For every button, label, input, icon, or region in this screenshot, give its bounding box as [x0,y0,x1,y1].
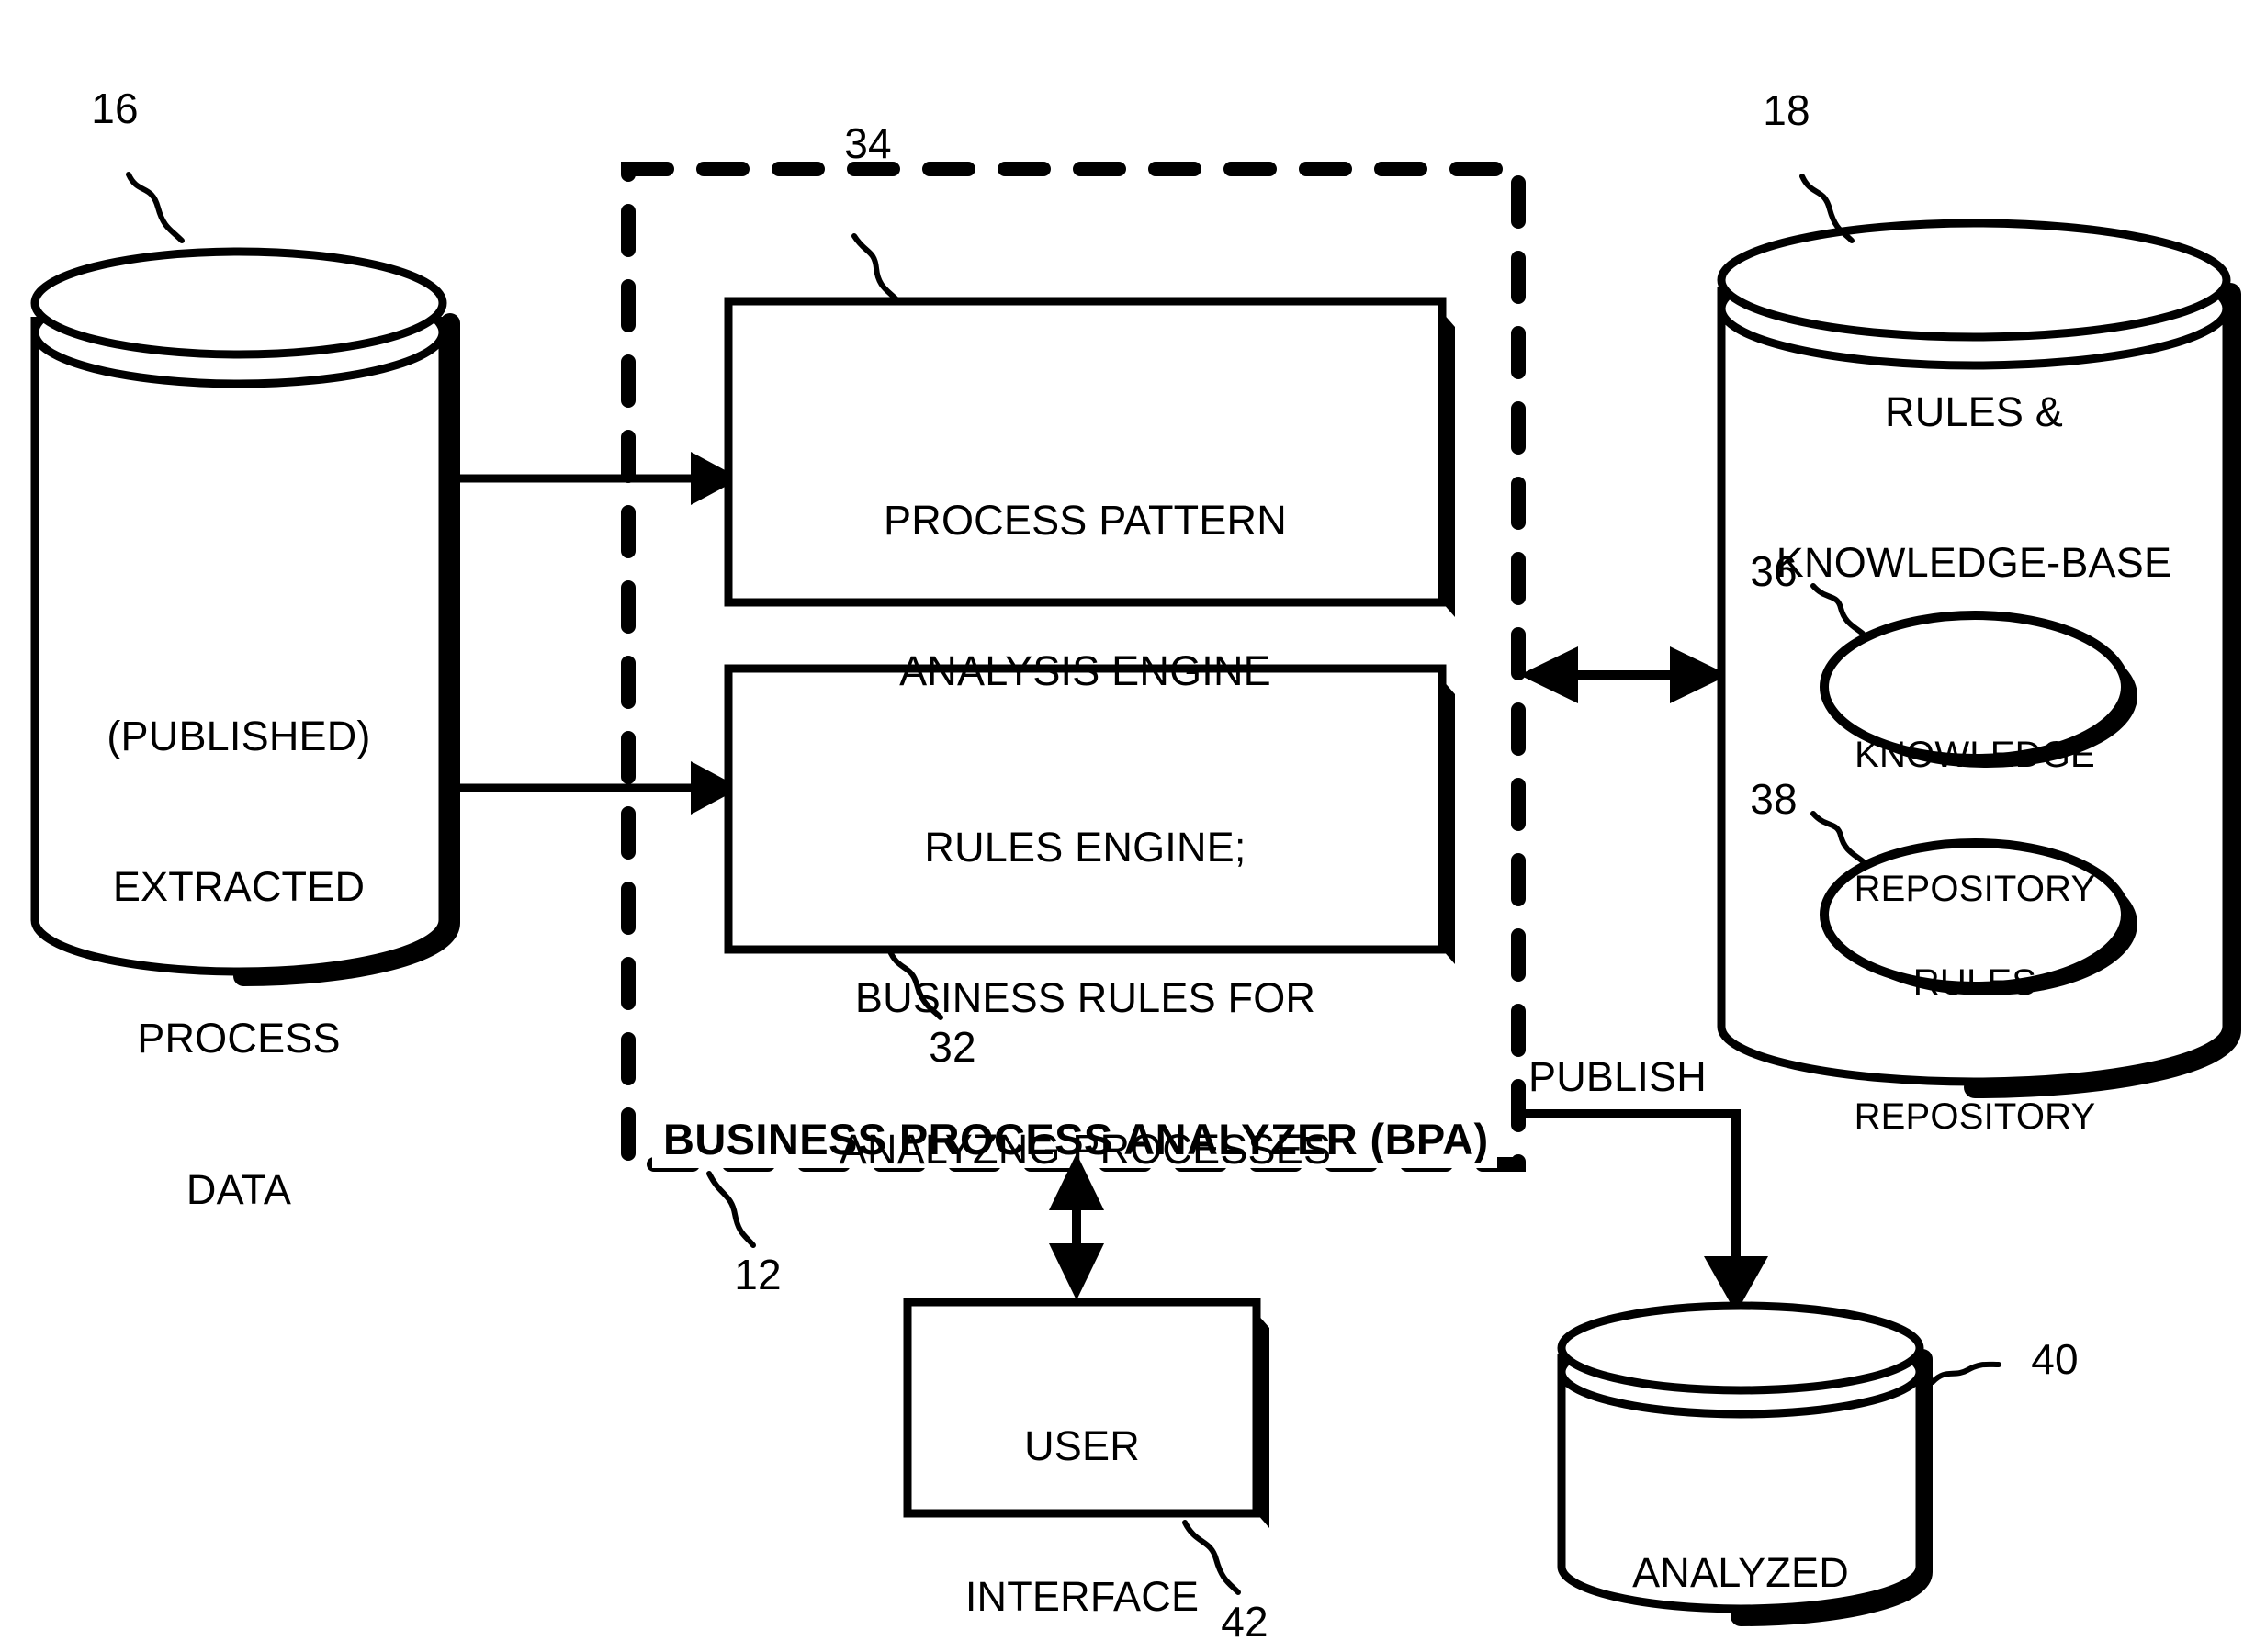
ref-numeral-40: 40 [2031,1335,2079,1383]
label-line: KNOWLEDGE-BASE [1776,539,2172,587]
publish-edge-label: PUBLISH [1528,1053,1707,1100]
ref-numeral-16: 16 [91,84,139,132]
label-line: ANALYZED [1632,1548,1849,1596]
label-line: REPOSITORY [1854,1096,2096,1137]
label-line: DATA [186,1165,292,1213]
label-line: (PUBLISHED) [107,712,371,759]
rules-knowledge-base-label: RULES & KNOWLEDGE-BASE [1721,287,2227,690]
edge-bpa-to-knowledge-base [1519,646,1729,703]
ref-numeral-34: 34 [844,119,892,167]
rules-repository-label: RULES REPOSITORY [1824,871,2125,1229]
label-line: RULES [1912,961,2037,1003]
label-line: RULES ENGINE; [924,823,1246,871]
edge-data-to-pattern-engine [450,452,740,505]
bpa-container-label: BUSINESS PROCESS ANALYZER (BPA) [663,1115,1489,1163]
label-line: USER [1024,1422,1140,1469]
rules-engine-label: RULES ENGINE; BUSINESS RULES FOR ANALYZN… [728,722,1442,1276]
extracted-process-data-label: (PUBLISHED) EXTRACTED PROCESS DATA [35,611,443,1316]
label-line: PROCESS [137,1015,341,1062]
label-line: RULES & [1885,388,2063,435]
label-line: EXTRACTED [112,863,366,911]
ref-numeral-38: 38 [1750,775,1798,823]
figure-canvas: 16 34 32 12 18 36 38 42 40 (PUBLISHED) E… [0,0,2255,1652]
label-line: KNOWLEDGE [1855,734,2095,775]
user-interface-tool-label: USER INTERFACE TOOL [908,1320,1257,1652]
label-line: ANALYSIS ENGINE [899,647,1271,695]
label-line: INTERFACE [964,1573,1200,1621]
label-line: PROCESS PATTERN [884,496,1287,544]
analyzed-processes-label: ANALYZED PROCESSES [1562,1447,1920,1652]
ref-numeral-18: 18 [1763,86,1810,134]
label-line: BUSINESS RULES FOR [854,974,1316,1022]
edge-data-to-rules-engine [450,761,740,815]
edge-publish-to-analyzed-processes [1525,1109,1768,1313]
